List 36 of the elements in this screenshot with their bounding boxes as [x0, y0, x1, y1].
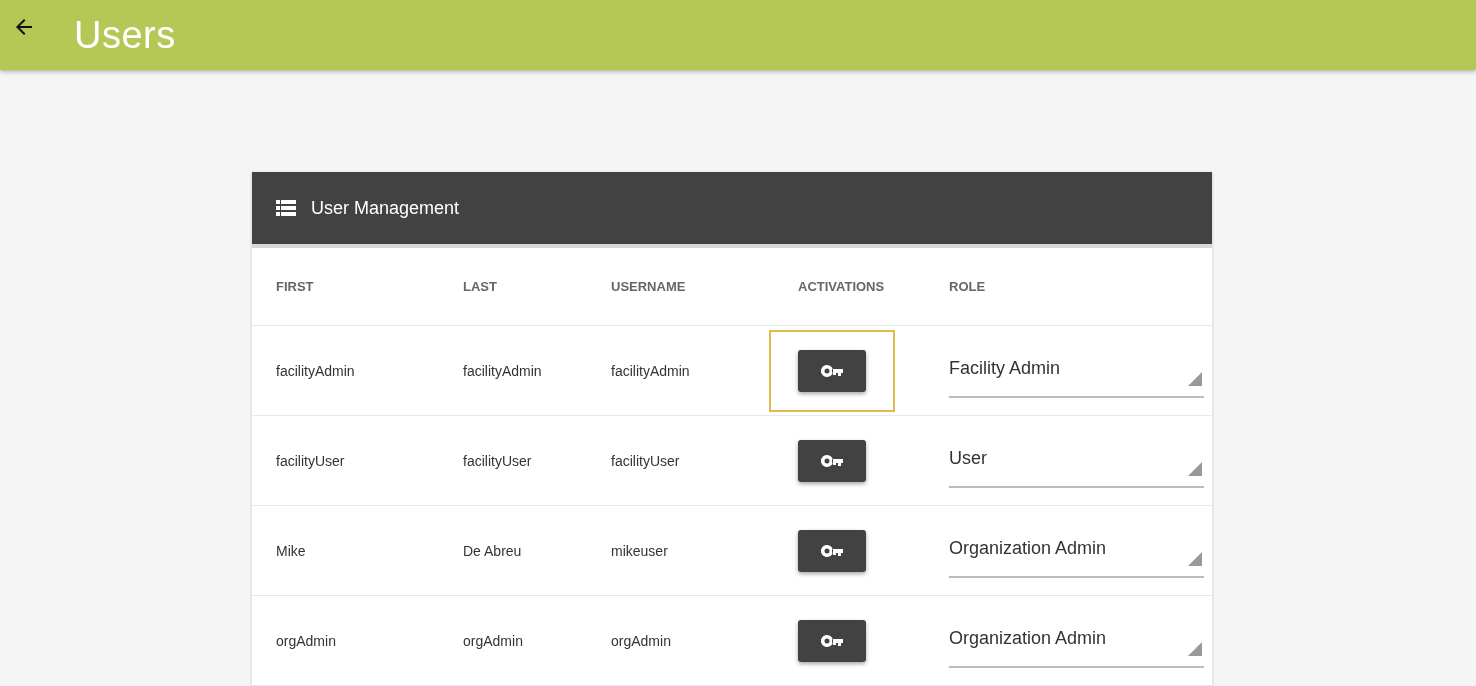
column-header: USERNAME — [611, 279, 687, 294]
dropdown-triangle-icon — [1188, 641, 1202, 656]
role-dropdown[interactable]: User — [949, 441, 1204, 488]
table-cell-text: mikeuser — [611, 542, 669, 559]
key-icon — [821, 634, 843, 647]
role-dropdown[interactable]: Organization Admin — [949, 531, 1204, 578]
list-icon — [276, 200, 296, 216]
key-icon — [821, 544, 843, 557]
table-cell-text: facilityUser — [463, 452, 533, 469]
table-cell-text: orgAdmin — [276, 632, 337, 649]
key-icon — [821, 454, 843, 467]
table-cell-text: facilityUser — [611, 452, 681, 469]
activation-button[interactable] — [798, 619, 866, 662]
table-cell-text: orgAdmin — [463, 632, 524, 649]
activation-button[interactable] — [798, 349, 866, 392]
dropdown-triangle-icon — [1188, 551, 1202, 566]
table-cell-text: orgAdmin — [611, 632, 672, 649]
column-header: ACTIVATIONS — [798, 279, 886, 294]
column-header: ROLE — [949, 279, 987, 294]
activation-button[interactable] — [798, 529, 866, 572]
table-cell-text: Mike — [276, 542, 307, 559]
column-header: FIRST — [276, 279, 315, 294]
role-dropdown[interactable]: Organization Admin — [949, 621, 1204, 668]
table-cell-text: facilityAdmin — [276, 362, 356, 379]
table-cell-text: facilityAdmin — [463, 362, 543, 379]
dropdown-triangle-icon — [1188, 461, 1202, 476]
key-icon — [821, 364, 843, 377]
column-header: LAST — [463, 279, 498, 294]
page-title: Users — [74, 13, 176, 57]
activation-button[interactable] — [798, 439, 866, 482]
table-cell-text: De Abreu — [463, 542, 523, 559]
table-cell-text: facilityAdmin — [611, 362, 691, 379]
dropdown-triangle-icon — [1188, 371, 1202, 386]
role-dropdown[interactable]: Facility Admin — [949, 351, 1204, 398]
table-cell-text: facilityUser — [276, 452, 346, 469]
card-title: User Management — [311, 197, 460, 219]
